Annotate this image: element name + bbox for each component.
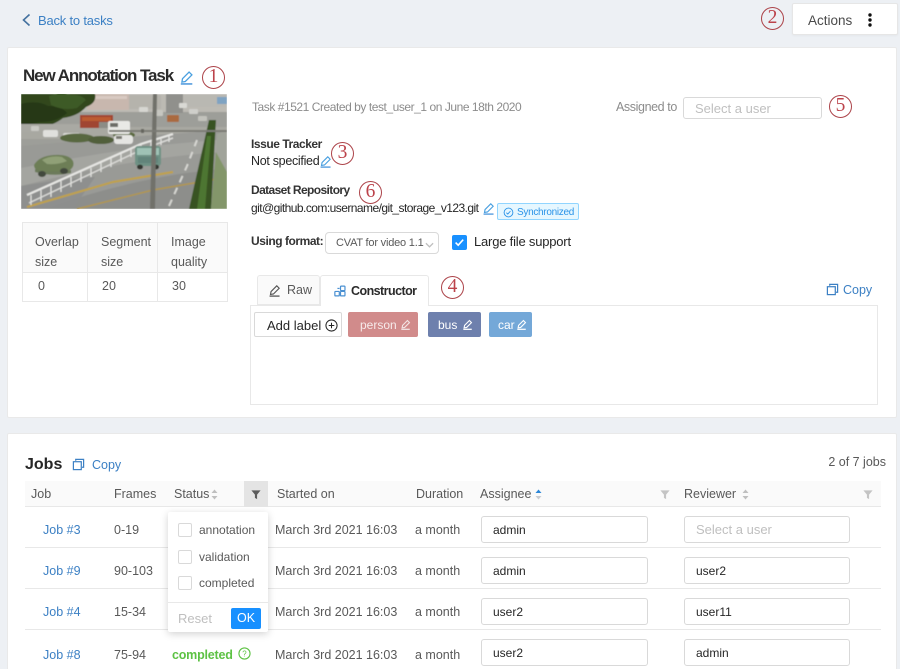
svg-text:?: ? <box>242 649 247 658</box>
